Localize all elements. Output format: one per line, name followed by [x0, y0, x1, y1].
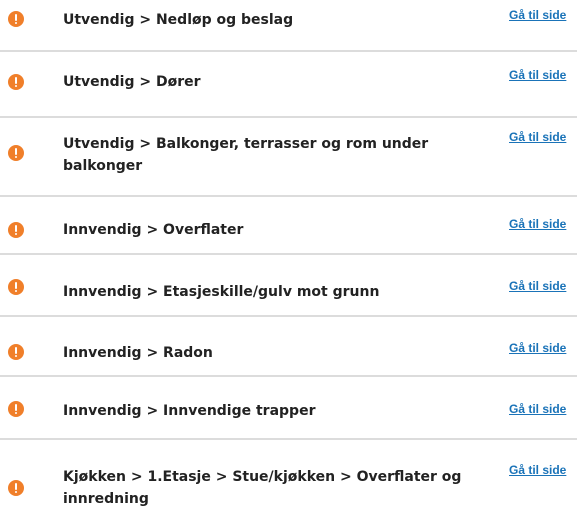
exclamation-circle-icon — [8, 480, 24, 496]
item-title: Innvendig > Overflater — [63, 222, 244, 238]
go-to-page-link[interactable]: Gå til side — [509, 68, 566, 82]
go-to-page-link[interactable]: Gå til side — [509, 8, 566, 22]
divider — [0, 315, 577, 317]
go-to-page-link[interactable]: Gå til side — [509, 279, 566, 293]
divider — [0, 375, 577, 377]
divider — [0, 438, 577, 440]
item-title: Utvendig > Balkonger, terrasser og rom u… — [63, 136, 429, 174]
exclamation-circle-icon — [8, 344, 24, 360]
item-title: Kjøkken > 1.Etasje > Stue/kjøkken > Over… — [63, 469, 462, 506]
exclamation-circle-icon — [8, 145, 24, 161]
go-to-page-link[interactable]: Gå til side — [509, 217, 566, 231]
exclamation-circle-icon — [8, 401, 24, 417]
item-title: Innvendig > Innvendige trapper — [63, 403, 316, 419]
item-title: Utvendig > Nedløp og beslag — [63, 12, 294, 28]
exclamation-circle-icon — [8, 222, 24, 238]
go-to-page-link[interactable]: Gå til side — [509, 463, 566, 477]
divider — [0, 50, 577, 52]
item-title: Utvendig > Dører — [63, 74, 201, 90]
go-to-page-link[interactable]: Gå til side — [509, 402, 566, 416]
go-to-page-link[interactable]: Gå til side — [509, 130, 566, 144]
go-to-page-link[interactable]: Gå til side — [509, 341, 566, 355]
item-title: Innvendig > Etasjeskille/gulv mot grunn — [63, 284, 380, 300]
exclamation-circle-icon — [8, 11, 24, 27]
exclamation-circle-icon — [8, 279, 24, 295]
divider — [0, 253, 577, 255]
remark-list: Utvendig > Nedløp og beslag Gå til side … — [0, 0, 577, 506]
item-title: Innvendig > Radon — [63, 345, 213, 361]
exclamation-circle-icon — [8, 74, 24, 90]
divider — [0, 116, 577, 118]
divider — [0, 195, 577, 197]
